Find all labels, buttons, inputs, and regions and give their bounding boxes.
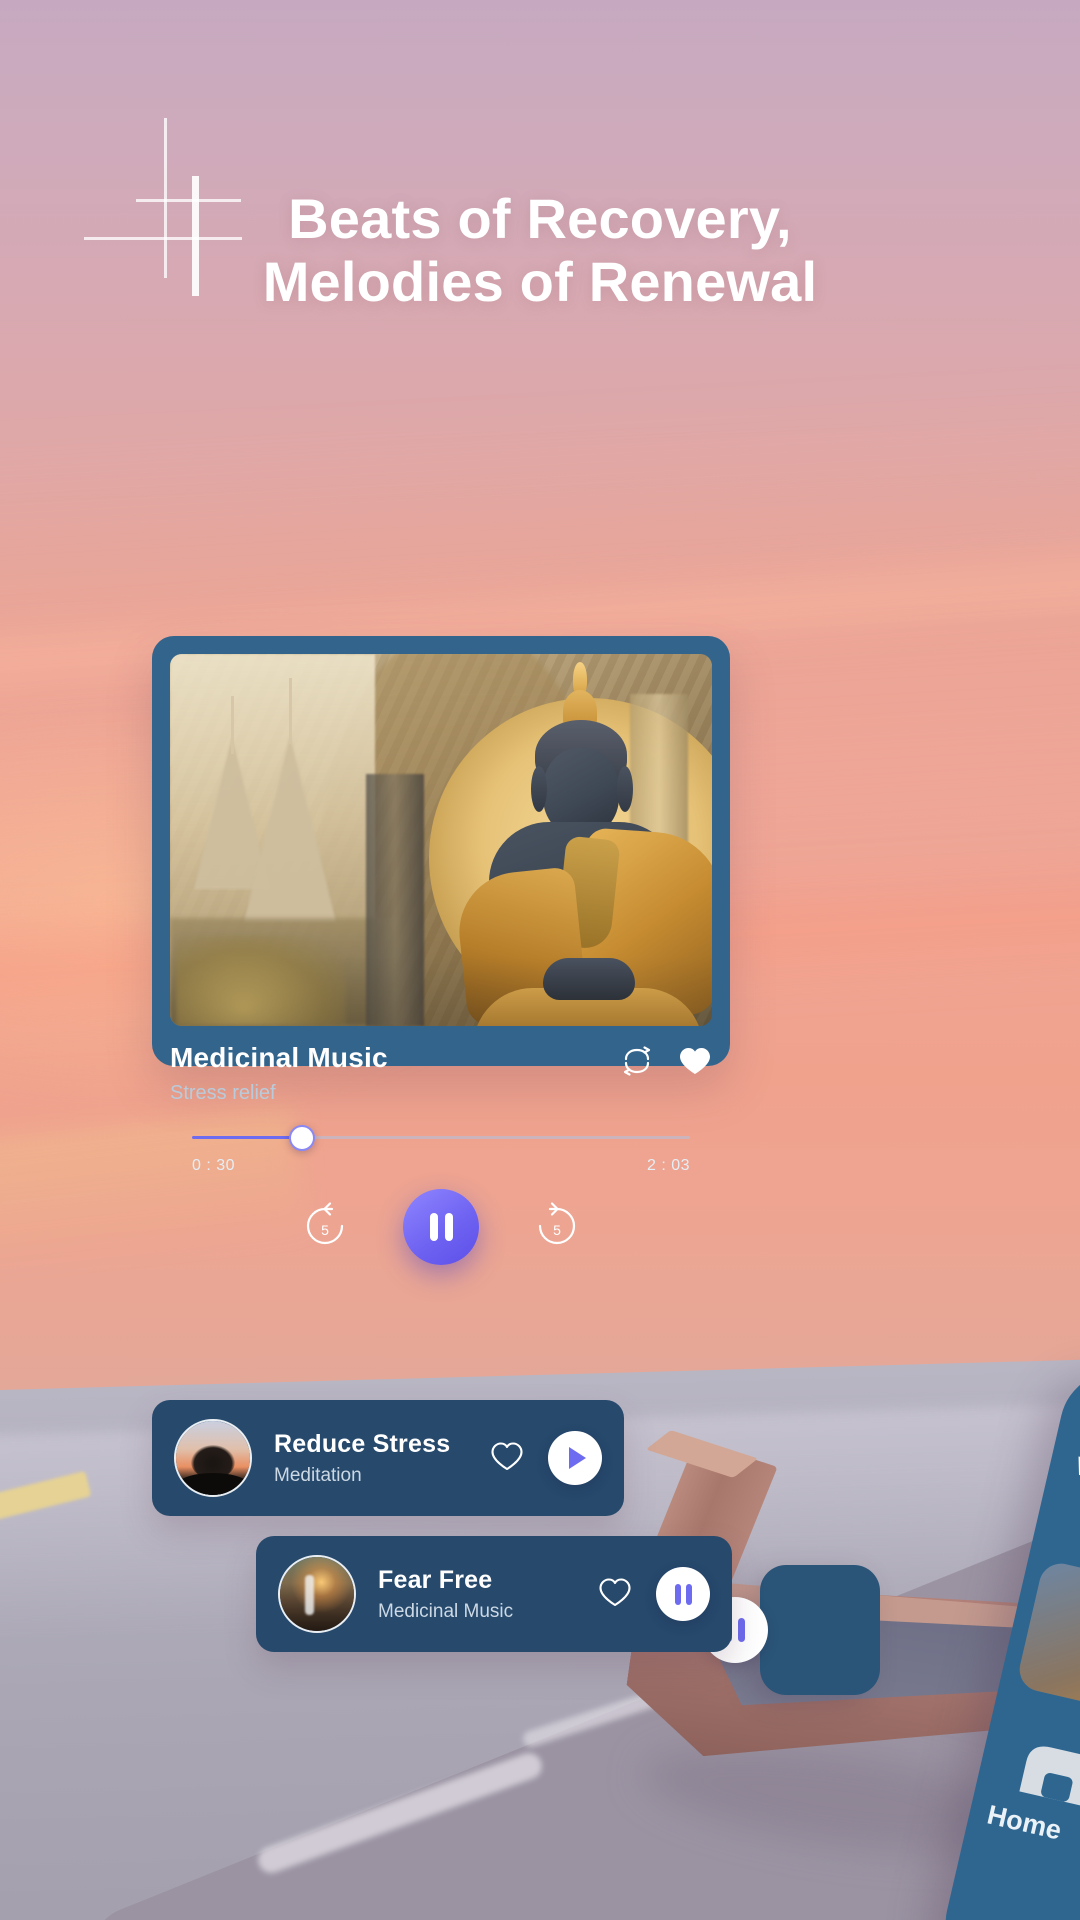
now-playing-card: Medicinal Music Stress relief 0: 30 2:…	[152, 636, 730, 1265]
playlist-thumbnail	[174, 1419, 252, 1497]
forward-amount-label: 5	[553, 1222, 561, 1238]
playlist-text-block: Reduce Stress Meditation	[274, 1430, 490, 1487]
total-time: 2 : 03	[646, 1157, 690, 1174]
stupa-spire-left	[231, 696, 234, 754]
lone-tree-sunset-thumb	[176, 1421, 250, 1495]
app-promo-screen: W Home Beats of Recovery, Melodies of Re…	[0, 0, 1080, 1920]
page-title: Beats of Recovery, Melodies of Renewal	[0, 187, 1080, 313]
track-title: Medicinal Music	[170, 1042, 388, 1073]
art-bottom-fade	[170, 956, 712, 1026]
pause-button[interactable]	[656, 1567, 710, 1621]
headline-line-1: Beats of Recovery,	[288, 187, 792, 250]
mockup-partial-text: W	[1073, 1450, 1080, 1486]
track-action-icons	[620, 1042, 712, 1079]
floating-mini-player	[702, 1565, 880, 1695]
playback-controls: 5 5	[170, 1189, 712, 1265]
album-art	[170, 654, 712, 1026]
track-subtitle: Stress relief	[170, 1082, 276, 1104]
favorite-button[interactable]	[490, 1441, 524, 1475]
playlist-title: Fear Free	[378, 1565, 493, 1594]
playlist-subtitle: Meditation	[274, 1464, 362, 1486]
list-item[interactable]: Reduce Stress Meditation	[152, 1400, 624, 1516]
rewind-5-button[interactable]: 5	[299, 1201, 351, 1253]
playlist-actions	[490, 1431, 602, 1485]
pause-icon	[674, 1583, 692, 1605]
mockup-album-card	[1015, 1559, 1080, 1734]
heart-outline-icon	[490, 1441, 524, 1475]
play-icon	[569, 1447, 586, 1469]
headline-line-2: Melodies of Renewal	[262, 249, 818, 313]
list-item[interactable]: Fear Free Medicinal Music	[256, 1536, 732, 1652]
rewind-amount-label: 5	[321, 1222, 329, 1238]
repeat-icon	[620, 1046, 654, 1079]
pause-icon	[429, 1213, 453, 1241]
statue-ear-right	[617, 766, 633, 812]
track-text-block: Medicinal Music Stress relief	[170, 1042, 388, 1105]
favorite-button[interactable]	[598, 1577, 632, 1611]
current-time: 0 : 30	[192, 1157, 236, 1174]
playlist-thumbnail	[278, 1555, 356, 1633]
repeat-button[interactable]	[620, 1046, 654, 1079]
mockup-nav-home-label: Home	[984, 1799, 1065, 1846]
forest-waterfall-thumb	[280, 1557, 354, 1631]
play-button[interactable]	[548, 1431, 602, 1485]
playlist-title: Reduce Stress	[274, 1429, 451, 1458]
heart-filled-icon	[678, 1046, 712, 1079]
home-icon	[1011, 1731, 1080, 1813]
track-info-row: Medicinal Music Stress relief	[170, 1042, 712, 1105]
heart-outline-icon	[598, 1577, 632, 1611]
playlist-actions	[598, 1567, 710, 1621]
progress-knob[interactable]	[288, 1125, 315, 1151]
forward-5-button[interactable]: 5	[531, 1201, 583, 1253]
time-row: 0 : 30 2 : 03	[170, 1157, 712, 1175]
progress-slider[interactable]	[170, 1125, 712, 1151]
statue-ear-left	[531, 766, 547, 812]
stupa-spire-right	[289, 678, 292, 744]
playlist-subtitle: Medicinal Music	[378, 1600, 514, 1622]
play-pause-button[interactable]	[403, 1189, 479, 1265]
playlist-text-block: Fear Free Medicinal Music	[378, 1566, 598, 1623]
stupa-right	[244, 736, 336, 922]
progress-fill	[192, 1136, 302, 1139]
favorite-button[interactable]	[678, 1046, 712, 1079]
